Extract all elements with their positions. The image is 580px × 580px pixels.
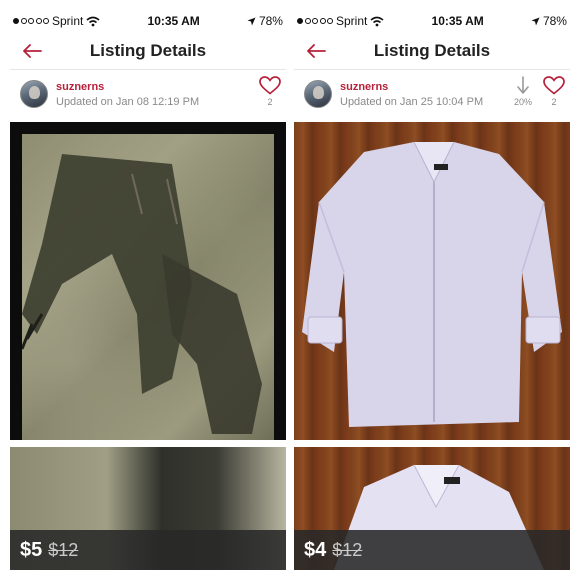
page-title: Listing Details xyxy=(89,40,207,60)
listing-photo-main[interactable] xyxy=(294,122,570,440)
seller-username[interactable]: suznerns xyxy=(340,80,483,94)
signal-strength-icon xyxy=(297,18,333,24)
price-current: $5 xyxy=(20,538,43,561)
heart-icon xyxy=(543,76,565,95)
signal-strength-icon xyxy=(13,18,49,24)
like-button[interactable]: 2 xyxy=(258,76,282,107)
carrier-label: Sprint xyxy=(336,14,368,28)
status-right: 78% xyxy=(531,14,567,28)
price-original: $12 xyxy=(48,539,79,560)
price-current: $4 xyxy=(304,538,327,561)
status-right: 78% xyxy=(247,14,283,28)
back-button[interactable] xyxy=(304,41,328,61)
status-bar: Sprint 10:35 AM 78% xyxy=(294,10,570,32)
wifi-icon xyxy=(86,16,100,27)
status-time: 10:35 AM xyxy=(147,14,200,28)
price-drop-indicator: 20% xyxy=(510,76,536,107)
battery-label: 78% xyxy=(542,14,567,28)
seller-meta: suznerns Updated on Jan 08 12:19 PM xyxy=(56,80,199,109)
shirt-illustration xyxy=(302,141,562,427)
status-left: Sprint xyxy=(13,14,100,28)
page-title: Listing Details xyxy=(373,40,491,60)
price-original: $12 xyxy=(332,539,363,560)
listing-photo-main[interactable] xyxy=(10,122,286,440)
seller-row: suznerns Updated on Jan 08 12:19 PM 2 xyxy=(10,70,286,118)
back-button[interactable] xyxy=(20,41,44,61)
avatar[interactable] xyxy=(20,80,48,108)
listing-panel-right: Sprint 10:35 AM 78% Listing Details suzn… xyxy=(294,10,570,570)
photo-frame xyxy=(22,134,274,440)
updated-timestamp: Updated on Jan 25 10:04 PM xyxy=(340,95,484,108)
pants-illustration xyxy=(22,154,262,434)
location-arrow-icon xyxy=(247,17,256,26)
location-arrow-icon xyxy=(531,17,540,26)
price-drop-percent: 20% xyxy=(513,97,532,107)
avatar[interactable] xyxy=(304,80,332,108)
like-count: 2 xyxy=(267,97,273,107)
wifi-icon xyxy=(370,16,384,27)
listing-photo-secondary[interactable]: $5 $12 xyxy=(10,447,286,570)
price-drop-arrow-icon xyxy=(516,76,530,95)
price-bar: $5 $12 xyxy=(10,530,286,570)
status-bar: Sprint 10:35 AM 78% xyxy=(10,10,286,32)
status-time: 10:35 AM xyxy=(431,14,484,28)
carrier-label: Sprint xyxy=(52,14,84,28)
back-arrow-icon xyxy=(22,44,42,58)
heart-icon xyxy=(259,76,281,95)
listing-photo-secondary[interactable]: $4 $12 xyxy=(294,447,570,570)
seller-row: suznerns Updated on Jan 25 10:04 PM 20% … xyxy=(294,70,570,118)
updated-timestamp: Updated on Jan 08 12:19 PM xyxy=(56,95,200,108)
listing-panel-left: Sprint 10:35 AM 78% Listing Details suzn… xyxy=(10,10,286,570)
status-left: Sprint xyxy=(297,14,384,28)
price-bar: $4 $12 xyxy=(294,530,570,570)
seller-meta: suznerns Updated on Jan 25 10:04 PM xyxy=(340,80,483,109)
nav-bar: Listing Details xyxy=(294,32,570,70)
seller-username[interactable]: suznerns xyxy=(56,80,199,94)
like-button[interactable]: 2 xyxy=(542,76,566,107)
like-count: 2 xyxy=(551,97,557,107)
nav-bar: Listing Details xyxy=(10,32,286,70)
battery-label: 78% xyxy=(258,14,283,28)
back-arrow-icon xyxy=(306,44,326,58)
